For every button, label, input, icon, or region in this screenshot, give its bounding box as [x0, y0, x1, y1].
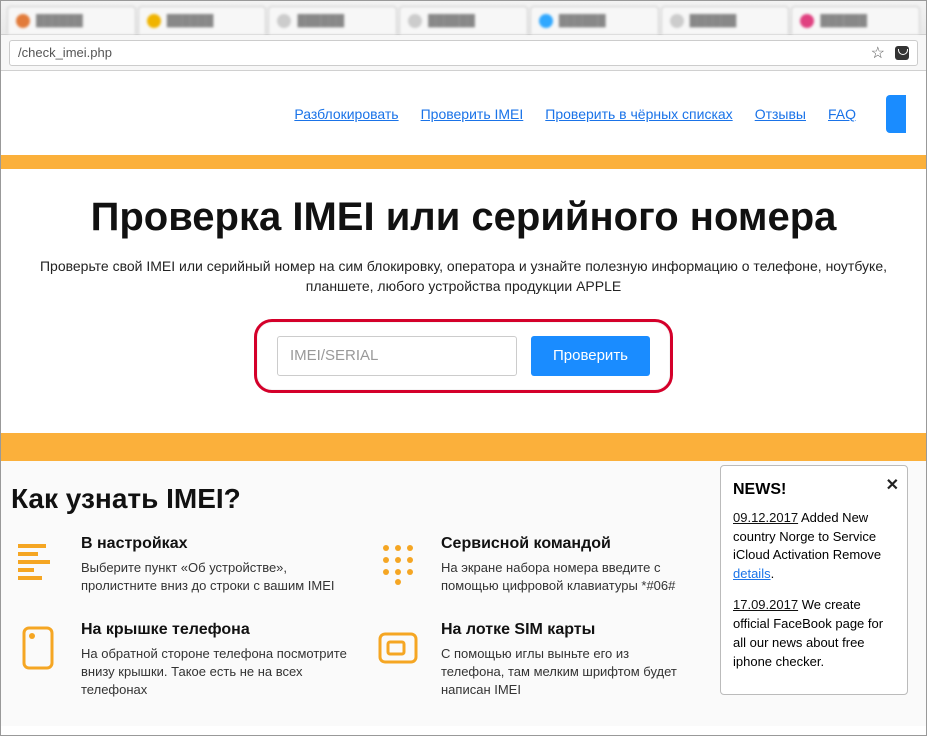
favicon-icon	[408, 14, 422, 28]
cta-button-partial[interactable]	[886, 95, 906, 133]
page-title: Проверка IMEI или серийного номера	[29, 195, 898, 240]
browser-tab[interactable]: ██████	[268, 6, 397, 34]
browser-tab[interactable]: ██████	[661, 6, 790, 34]
browser-tab[interactable]: ██████	[530, 6, 659, 34]
sim-tray-icon	[371, 621, 425, 675]
settings-list-icon	[11, 535, 65, 589]
howto-item-text: С помощью иглы выньте его из телефона, т…	[441, 645, 681, 700]
page-viewport: Разблокировать Проверить IMEI Проверить …	[1, 71, 926, 735]
news-link[interactable]: details	[733, 566, 771, 581]
news-item: 17.09.2017 We create official FaceBook p…	[733, 596, 895, 671]
favicon-icon	[16, 14, 30, 28]
howto-item-text: Выберите пункт «Об устройстве», пролистн…	[81, 559, 351, 595]
favicon-icon	[800, 14, 814, 28]
howto-item-title: На крышке телефона	[81, 621, 351, 639]
dialpad-icon	[371, 535, 425, 589]
hero-band: Проверка IMEI или серийного номера Прове…	[1, 155, 926, 461]
browser-omnibox[interactable]: /check_imei.php ☆	[9, 40, 918, 66]
phone-back-icon	[11, 621, 65, 675]
howto-item: На лотке SIM карты С помощью иглы выньте…	[371, 621, 691, 700]
news-date: 17.09.2017	[733, 597, 798, 612]
news-item: 09.12.2017 Added New country Norge to Se…	[733, 509, 895, 584]
nav-link-blacklist[interactable]: Проверить в чёрных списках	[545, 106, 732, 122]
favicon-icon	[670, 14, 684, 28]
orange-spacer	[1, 433, 926, 461]
favicon-icon	[539, 14, 553, 28]
news-date: 09.12.2017	[733, 510, 798, 525]
howto-section: Как узнать IMEI? В настройках Выберите п…	[1, 461, 926, 726]
nav-link-check-imei[interactable]: Проверить IMEI	[421, 106, 524, 122]
browser-tab[interactable]: ██████	[7, 6, 136, 34]
pocket-icon[interactable]	[895, 46, 909, 60]
imei-check-form: Проверить	[254, 319, 673, 393]
browser-tab[interactable]: ██████	[399, 6, 528, 34]
nav-link-reviews[interactable]: Отзывы	[755, 106, 806, 122]
close-icon[interactable]: ✕	[886, 474, 899, 497]
howto-item-title: На лотке SIM карты	[441, 621, 681, 639]
news-panel: ✕ NEWS! 09.12.2017 Added New country Nor…	[720, 465, 908, 695]
nav-link-unlock[interactable]: Разблокировать	[294, 106, 398, 122]
howto-item: На крышке телефона На обратной стороне т…	[11, 621, 361, 700]
howto-item-title: Сервисной командой	[441, 535, 681, 553]
hero-lead: Проверьте свой IMEI или серийный номер н…	[34, 256, 894, 297]
favicon-icon	[147, 14, 161, 28]
check-button[interactable]: Проверить	[531, 336, 650, 376]
news-heading: NEWS!	[733, 478, 895, 501]
imei-input[interactable]	[277, 336, 517, 376]
nav-link-faq[interactable]: FAQ	[828, 106, 856, 122]
howto-item: Сервисной командой На экране набора номе…	[371, 535, 691, 595]
howto-item-title: В настройках	[81, 535, 351, 553]
howto-item: В настройках Выберите пункт «Об устройст…	[11, 535, 361, 595]
bookmark-star-icon[interactable]: ☆	[871, 43, 885, 63]
favicon-icon	[277, 14, 291, 28]
browser-address-bar: /check_imei.php ☆	[1, 35, 926, 71]
top-nav: Разблокировать Проверить IMEI Проверить …	[1, 71, 926, 155]
browser-tab[interactable]: ██████	[138, 6, 267, 34]
browser-tab[interactable]: ██████	[791, 6, 920, 34]
url-text: /check_imei.php	[18, 45, 112, 60]
hero-card: Проверка IMEI или серийного номера Прове…	[1, 169, 926, 433]
howto-item-text: На обратной стороне телефона посмотрите …	[81, 645, 351, 700]
browser-tabstrip: ██████ ██████ ██████ ██████ ██████ █████…	[1, 1, 926, 35]
howto-item-text: На экране набора номера введите с помощь…	[441, 559, 681, 595]
